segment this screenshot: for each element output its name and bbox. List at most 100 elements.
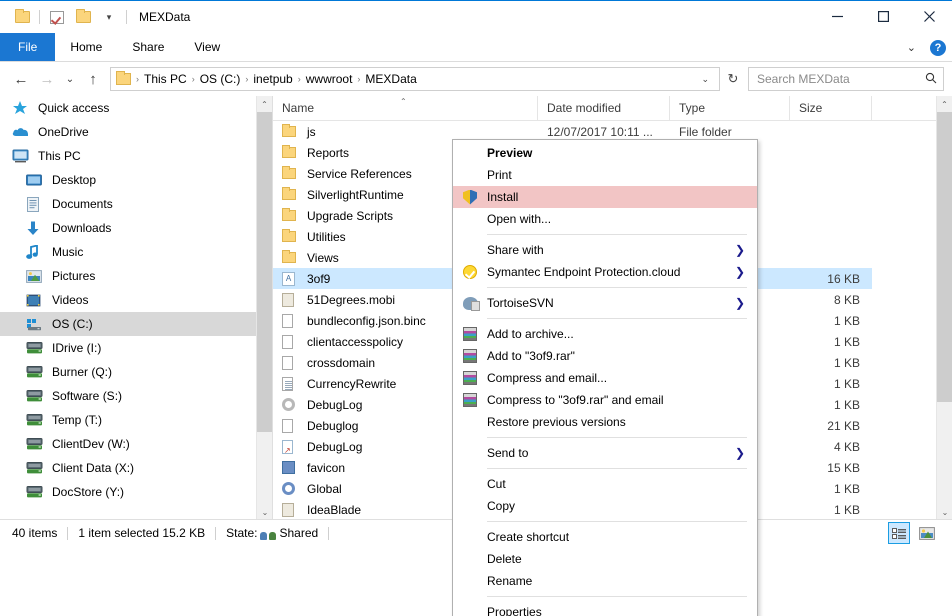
context-menu-item-properties[interactable]: Properties <box>453 601 757 616</box>
expand-ribbon-chevron-down-icon[interactable]: ⌄ <box>903 41 920 54</box>
tab-home[interactable]: Home <box>55 33 117 61</box>
selection-info-label: 1 item selected 15.2 KB <box>78 526 206 540</box>
help-icon[interactable]: ? <box>930 39 946 56</box>
icon-glyph <box>463 393 477 407</box>
sidebar-item-music[interactable]: Music <box>0 240 272 264</box>
context-menu-item-label: TortoiseSVN <box>487 296 554 310</box>
search-input[interactable] <box>755 71 925 87</box>
file-name-label: SilverlightRuntime <box>307 187 404 202</box>
sidebar-item-quick-access[interactable]: Quick access <box>0 96 272 120</box>
context-menu-item-install[interactable]: Install <box>453 186 757 208</box>
sidebar-item-label: Burner (Q:) <box>52 365 113 379</box>
context-menu-item-open-with[interactable]: Open with... <box>453 208 757 230</box>
properties-checkbox-icon[interactable] <box>44 4 70 30</box>
context-menu-item-label: Symantec Endpoint Protection.cloud <box>487 265 681 279</box>
context-menu-item-add-to-archive[interactable]: Add to archive... <box>453 323 757 345</box>
state-value-label: Shared <box>279 526 319 540</box>
column-header-date-modified[interactable]: Date modified <box>538 96 670 121</box>
file-name-label: IdeaBlade <box>307 502 362 517</box>
search-box[interactable] <box>748 67 944 91</box>
breadcrumb-item-inetpub[interactable]: inetpub <box>249 72 296 86</box>
large-icons-view-button[interactable] <box>916 522 938 544</box>
scrollbar-thumb[interactable] <box>937 112 952 402</box>
file-size-cell: 1 KB <box>833 355 860 370</box>
network-drive-icon <box>26 484 46 500</box>
sidebar-item-downloads[interactable]: Downloads <box>0 216 272 240</box>
sidebar-item-temp-t[interactable]: Temp (T:) <box>0 408 272 432</box>
column-header-name[interactable]: Name ⌃ <box>273 96 538 121</box>
breadcrumb[interactable]: › This PC › OS (C:) › inetpub › wwwroot … <box>110 67 720 91</box>
menu-separator <box>487 287 747 288</box>
title-bar: ▾ MEXData <box>0 1 952 33</box>
sidebar-item-label: OS (C:) <box>52 317 93 331</box>
breadcrumb-item-wwwroot[interactable]: wwwroot <box>302 72 357 86</box>
scroll-down-icon[interactable]: ⌄ <box>937 504 952 520</box>
sidebar-item-docstore-y[interactable]: DocStore (Y:) <box>0 480 272 504</box>
refresh-icon[interactable]: ↻ <box>720 67 746 91</box>
context-menu-item-symantec-endpoint-protection-cloud[interactable]: Symantec Endpoint Protection.cloud ❯ <box>453 261 757 283</box>
breadcrumb-item-this-pc[interactable]: This PC <box>140 72 191 86</box>
forward-button[interactable]: → <box>34 66 60 92</box>
context-menu-item-tortoisesvn[interactable]: TortoiseSVN ❯ <box>453 292 757 314</box>
scrollbar-thumb[interactable] <box>257 112 272 432</box>
context-menu-item-create-shortcut[interactable]: Create shortcut <box>453 526 757 548</box>
navigation-list: Quick access OneDrive This PC Desktop Docume… <box>0 96 272 504</box>
sidebar-item-desktop[interactable]: Desktop <box>0 168 272 192</box>
breadcrumb-chevron-down-icon[interactable]: ⌄ <box>693 74 717 85</box>
context-menu-item-preview[interactable]: Preview <box>453 142 757 164</box>
back-button[interactable]: ← <box>8 66 34 92</box>
file-list-scrollbar[interactable]: ⌃ ⌄ <box>936 96 952 520</box>
breadcrumb-item-os-c[interactable]: OS (C:) <box>196 72 245 86</box>
breadcrumb-item-mexdata[interactable]: MEXData <box>361 72 420 86</box>
search-icon[interactable] <box>925 72 937 87</box>
context-menu-item-send-to[interactable]: Send to ❯ <box>453 442 757 464</box>
context-menu-item-rename[interactable]: Rename <box>453 570 757 592</box>
column-header-type[interactable]: Type <box>670 96 790 121</box>
context-menu-item-restore-previous-versions[interactable]: Restore previous versions <box>453 411 757 433</box>
sidebar-item-idrive-i[interactable]: IDrive (I:) <box>0 336 272 360</box>
icon-glyph <box>463 265 477 279</box>
customize-qat-caret-icon[interactable]: ▾ <box>96 4 122 30</box>
new-folder-icon[interactable] <box>70 4 96 30</box>
folder-icon <box>282 250 302 263</box>
file-explorer-window: ▾ MEXData File Home Share View ⌄ ? ← → ⌄… <box>0 0 952 616</box>
sidebar-item-videos[interactable]: Videos <box>0 288 272 312</box>
maximize-button[interactable] <box>860 1 906 32</box>
context-menu-item-compress-to-3of9-rar-and-email[interactable]: Compress to "3of9.rar" and email <box>453 389 757 411</box>
explorer-folder-icon <box>9 4 35 30</box>
scroll-up-icon[interactable]: ⌃ <box>937 96 952 112</box>
minimize-button[interactable] <box>814 1 860 32</box>
close-button[interactable] <box>906 1 952 32</box>
sidebar-item-pictures[interactable]: Pictures <box>0 264 272 288</box>
context-menu-item-compress-and-email[interactable]: Compress and email... <box>453 367 757 389</box>
sidebar-item-documents[interactable]: Documents <box>0 192 272 216</box>
sidebar-item-burner-q[interactable]: Burner (Q:) <box>0 360 272 384</box>
up-button[interactable]: ↑ <box>80 66 106 92</box>
file-name-label: 51Degrees.mobi <box>307 292 396 307</box>
sidebar-item-this-pc[interactable]: This PC <box>0 144 272 168</box>
tab-share[interactable]: Share <box>117 33 179 61</box>
context-menu-item-print[interactable]: Print <box>453 164 757 186</box>
sidebar-item-client-data-x[interactable]: Client Data (X:) <box>0 456 272 480</box>
sidebar-item-clientdev-w[interactable]: ClientDev (W:) <box>0 432 272 456</box>
tab-view[interactable]: View <box>179 33 235 61</box>
tab-file[interactable]: File <box>0 33 56 61</box>
scroll-down-icon[interactable]: ⌄ <box>257 504 272 520</box>
windows-drive-icon <box>26 316 46 332</box>
context-menu-item-delete[interactable]: Delete <box>453 548 757 570</box>
xml-document-icon <box>282 376 302 391</box>
recent-locations-button[interactable]: ⌄ <box>60 66 80 92</box>
context-menu-item-add-to-3of9-rar[interactable]: Add to "3of9.rar" <box>453 345 757 367</box>
file-size-cell <box>790 163 872 184</box>
details-view-button[interactable] <box>888 522 910 544</box>
scroll-up-icon[interactable]: ⌃ <box>257 96 272 112</box>
column-header-size[interactable]: Size <box>790 96 872 121</box>
sidebar-item-os-c[interactable]: OS (C:) <box>0 312 272 336</box>
context-menu-item-cut[interactable]: Cut <box>453 473 757 495</box>
sidebar-item-onedrive[interactable]: OneDrive <box>0 120 272 144</box>
sidebar-item-software-s[interactable]: Software (S:) <box>0 384 272 408</box>
navigation-scrollbar[interactable]: ⌃ ⌄ <box>256 96 272 520</box>
context-menu-item-share-with[interactable]: Share with ❯ <box>453 239 757 261</box>
file-name-label: CurrencyRewrite <box>307 376 397 391</box>
context-menu-item-copy[interactable]: Copy <box>453 495 757 517</box>
